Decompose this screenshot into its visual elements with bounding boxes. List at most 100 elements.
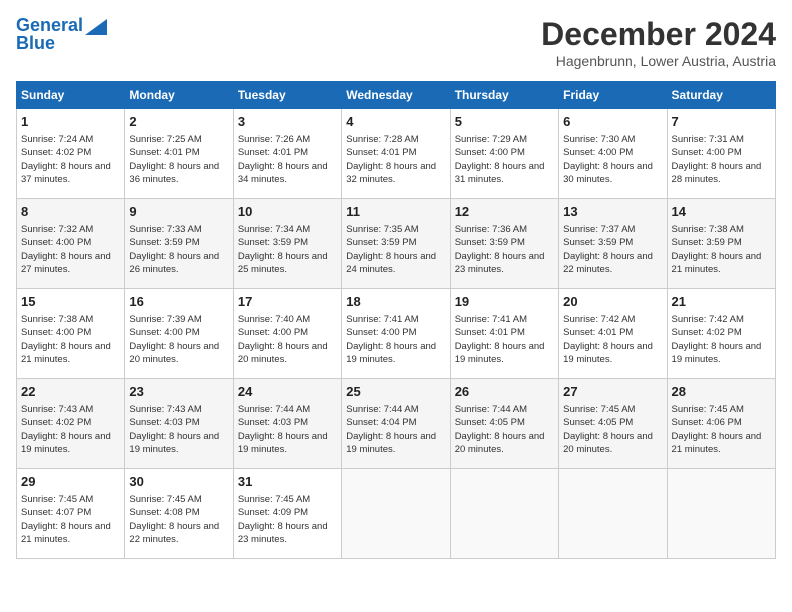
sunset-text: Sunset: 4:01 PM: [129, 147, 199, 158]
sunset-text: Sunset: 4:00 PM: [238, 327, 308, 338]
day-number: 11: [346, 203, 445, 221]
calendar-cell: 29Sunrise: 7:45 AMSunset: 4:07 PMDayligh…: [17, 469, 125, 559]
day-number: 2: [129, 113, 228, 131]
calendar-week-row: 15Sunrise: 7:38 AMSunset: 4:00 PMDayligh…: [17, 289, 776, 379]
cell-sun-info: Sunrise: 7:25 AMSunset: 4:01 PMDaylight:…: [129, 133, 228, 186]
sunset-text: Sunset: 4:02 PM: [672, 327, 742, 338]
daylight-text: Daylight: 8 hours and 21 minutes.: [672, 251, 762, 275]
sunrise-text: Sunrise: 7:37 AM: [563, 224, 635, 235]
daylight-text: Daylight: 8 hours and 28 minutes.: [672, 161, 762, 185]
cell-sun-info: Sunrise: 7:42 AMSunset: 4:02 PMDaylight:…: [672, 313, 771, 366]
sunrise-text: Sunrise: 7:38 AM: [672, 224, 744, 235]
calendar-cell: 1Sunrise: 7:24 AMSunset: 4:02 PMDaylight…: [17, 109, 125, 199]
sunset-text: Sunset: 3:59 PM: [346, 237, 416, 248]
daylight-text: Daylight: 8 hours and 37 minutes.: [21, 161, 111, 185]
calendar-cell: 27Sunrise: 7:45 AMSunset: 4:05 PMDayligh…: [559, 379, 667, 469]
sunrise-text: Sunrise: 7:40 AM: [238, 314, 310, 325]
sunrise-text: Sunrise: 7:39 AM: [129, 314, 201, 325]
calendar-cell: 31Sunrise: 7:45 AMSunset: 4:09 PMDayligh…: [233, 469, 341, 559]
day-of-week-header: Sunday: [17, 82, 125, 109]
sunrise-text: Sunrise: 7:44 AM: [455, 404, 527, 415]
daylight-text: Daylight: 8 hours and 22 minutes.: [129, 521, 219, 545]
calendar-cell: 12Sunrise: 7:36 AMSunset: 3:59 PMDayligh…: [450, 199, 558, 289]
cell-sun-info: Sunrise: 7:41 AMSunset: 4:00 PMDaylight:…: [346, 313, 445, 366]
calendar-cell: 14Sunrise: 7:38 AMSunset: 3:59 PMDayligh…: [667, 199, 775, 289]
day-number: 3: [238, 113, 337, 131]
sunrise-text: Sunrise: 7:43 AM: [129, 404, 201, 415]
calendar-cell: 23Sunrise: 7:43 AMSunset: 4:03 PMDayligh…: [125, 379, 233, 469]
calendar-cell: 16Sunrise: 7:39 AMSunset: 4:00 PMDayligh…: [125, 289, 233, 379]
sunset-text: Sunset: 4:08 PM: [129, 507, 199, 518]
day-number: 30: [129, 473, 228, 491]
sunset-text: Sunset: 4:06 PM: [672, 417, 742, 428]
sunset-text: Sunset: 4:03 PM: [238, 417, 308, 428]
cell-sun-info: Sunrise: 7:41 AMSunset: 4:01 PMDaylight:…: [455, 313, 554, 366]
logo-icon: [85, 19, 107, 35]
cell-sun-info: Sunrise: 7:39 AMSunset: 4:00 PMDaylight:…: [129, 313, 228, 366]
calendar-cell: 20Sunrise: 7:42 AMSunset: 4:01 PMDayligh…: [559, 289, 667, 379]
sunset-text: Sunset: 4:01 PM: [238, 147, 308, 158]
day-number: 5: [455, 113, 554, 131]
cell-sun-info: Sunrise: 7:44 AMSunset: 4:04 PMDaylight:…: [346, 403, 445, 456]
logo: General Blue: [16, 16, 107, 54]
daylight-text: Daylight: 8 hours and 19 minutes.: [21, 431, 111, 455]
day-number: 20: [563, 293, 662, 311]
day-number: 29: [21, 473, 120, 491]
sunrise-text: Sunrise: 7:45 AM: [672, 404, 744, 415]
calendar-body: 1Sunrise: 7:24 AMSunset: 4:02 PMDaylight…: [17, 109, 776, 559]
day-number: 12: [455, 203, 554, 221]
calendar-cell: 6Sunrise: 7:30 AMSunset: 4:00 PMDaylight…: [559, 109, 667, 199]
day-of-week-header: Friday: [559, 82, 667, 109]
calendar-cell: 24Sunrise: 7:44 AMSunset: 4:03 PMDayligh…: [233, 379, 341, 469]
sunset-text: Sunset: 4:00 PM: [672, 147, 742, 158]
sunrise-text: Sunrise: 7:30 AM: [563, 134, 635, 145]
cell-sun-info: Sunrise: 7:45 AM Sunset: 4:06 PM Daylight:…: [672, 403, 771, 456]
day-of-week-header: Tuesday: [233, 82, 341, 109]
sunset-text: Sunset: 4:00 PM: [563, 147, 633, 158]
cell-sun-info: Sunrise: 7:44 AM Sunset: 4:05 PM Daylight:…: [455, 403, 554, 456]
sunset-text: Sunset: 4:05 PM: [563, 417, 633, 428]
daylight-text: Daylight: 8 hours and 19 minutes.: [238, 431, 328, 455]
logo-blue-text: Blue: [16, 34, 55, 54]
calendar-week-row: 1Sunrise: 7:24 AMSunset: 4:02 PMDaylight…: [17, 109, 776, 199]
sunset-text: Sunset: 4:05 PM: [455, 417, 525, 428]
sunset-text: Sunset: 4:00 PM: [129, 327, 199, 338]
calendar-header-row: SundayMondayTuesdayWednesdayThursdayFrid…: [17, 82, 776, 109]
calendar-cell: 18 Sunrise: 7:41 AMSunset: 4:00 PMDayligh…: [342, 289, 450, 379]
day-number: 31: [238, 473, 337, 491]
sunrise-text: Sunrise: 7:45 AM: [563, 404, 635, 415]
calendar-cell: 5Sunrise: 7:29 AMSunset: 4:00 PMDaylight…: [450, 109, 558, 199]
calendar-cell: 10Sunrise: 7:34 AMSunset: 3:59 PMDayligh…: [233, 199, 341, 289]
sunrise-text: Sunrise: 7:45 AM: [238, 494, 310, 505]
day-number: 18: [346, 293, 445, 311]
daylight-text: Daylight: 8 hours and 20 minutes.: [455, 431, 545, 455]
calendar-cell: 2 Sunrise: 7:25 AMSunset: 4:01 PMDaylight…: [125, 109, 233, 199]
cell-sun-info: Sunrise: 7:33 AMSunset: 3:59 PMDaylight:…: [129, 223, 228, 276]
sunset-text: Sunset: 3:59 PM: [455, 237, 525, 248]
daylight-text: Daylight: 8 hours and 23 minutes.: [455, 251, 545, 275]
cell-sun-info: Sunrise: 7:43 AMSunset: 4:02 PMDaylight:…: [21, 403, 120, 456]
calendar-week-row: 22Sunrise: 7:43 AMSunset: 4:02 PMDayligh…: [17, 379, 776, 469]
sunset-text: Sunset: 4:01 PM: [346, 147, 416, 158]
daylight-text: Daylight: 8 hours and 19 minutes.: [455, 341, 545, 365]
cell-sun-info: Sunrise: 7:31 AMSunset: 4:00 PMDaylight:…: [672, 133, 771, 186]
daylight-text: Daylight: 8 hours and 27 minutes.: [21, 251, 111, 275]
calendar-cell: 4Sunrise: 7:28 AMSunset: 4:01 PMDaylight…: [342, 109, 450, 199]
daylight-text: Daylight: 8 hours and 21 minutes.: [672, 431, 762, 455]
sunrise-text: Sunrise: 7:29 AM: [455, 134, 527, 145]
cell-sun-info: Sunrise: 7:38 AMSunset: 3:59 PMDaylight:…: [672, 223, 771, 276]
calendar-week-row: 29Sunrise: 7:45 AMSunset: 4:07 PMDayligh…: [17, 469, 776, 559]
day-number: 16: [129, 293, 228, 311]
calendar-table: SundayMondayTuesdayWednesdayThursdayFrid…: [16, 81, 776, 559]
cell-sun-info: Sunrise: 7:37 AMSunset: 3:59 PMDaylight:…: [563, 223, 662, 276]
sunset-text: Sunset: 4:00 PM: [21, 327, 91, 338]
day-number: 10: [238, 203, 337, 221]
cell-sun-info: Sunrise: 7:24 AMSunset: 4:02 PMDaylight:…: [21, 133, 120, 186]
sunset-text: Sunset: 4:03 PM: [129, 417, 199, 428]
calendar-cell: [559, 469, 667, 559]
calendar-cell: [342, 469, 450, 559]
calendar-cell: 21Sunrise: 7:42 AMSunset: 4:02 PMDayligh…: [667, 289, 775, 379]
calendar-cell: 13 Sunrise: 7:37 AMSunset: 3:59 PMDayligh…: [559, 199, 667, 289]
day-number: 13: [563, 203, 662, 221]
sunset-text: Sunset: 4:01 PM: [455, 327, 525, 338]
